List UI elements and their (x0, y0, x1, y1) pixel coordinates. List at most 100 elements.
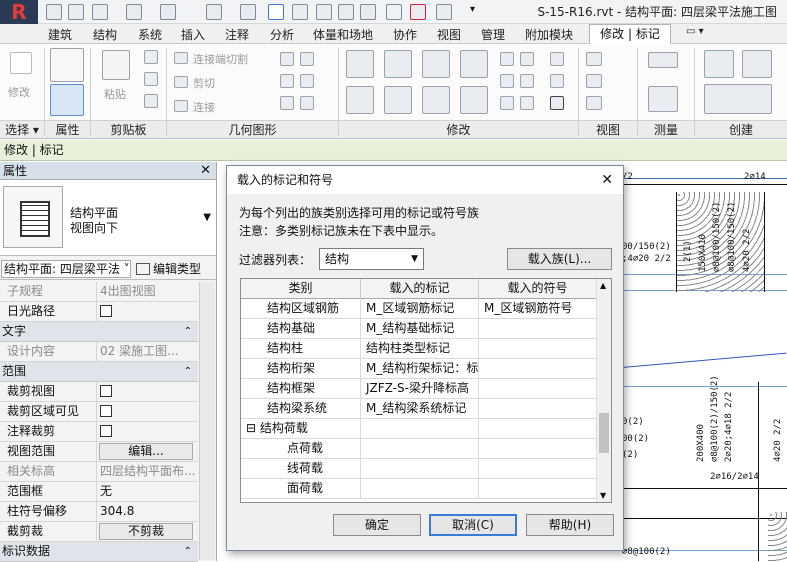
modify-label[interactable]: 修改 (8, 84, 30, 100)
table-scrollbar[interactable]: ▲ ▼ (596, 279, 611, 502)
move-icon[interactable] (346, 86, 374, 114)
cut-geometry-icon[interactable] (174, 76, 188, 88)
pin-icon[interactable] (500, 96, 514, 110)
measure-between-icon[interactable] (648, 52, 678, 68)
column-header-loaded-tag[interactable]: 载入的标记 (361, 279, 479, 299)
split-element-icon[interactable] (500, 52, 514, 66)
tab-structure[interactable]: 结构 (93, 26, 117, 43)
tab-manage[interactable]: 管理 (481, 26, 505, 43)
table-row[interactable]: 结构基础 M_结构基础标记 (241, 319, 597, 339)
split-gap-icon[interactable] (520, 52, 534, 66)
table-row[interactable]: 点荷载 (241, 439, 597, 459)
remove-paint-icon[interactable] (300, 74, 314, 88)
text-icon[interactable] (292, 4, 308, 20)
collapse-icon[interactable]: ⌃ (184, 322, 192, 341)
scroll-down-icon[interactable]: ▼ (600, 491, 606, 500)
property-value[interactable]: 不剪裁 (96, 522, 198, 541)
tab-insert[interactable]: 插入 (181, 26, 205, 43)
tab-architecture[interactable]: 建筑 (48, 26, 72, 43)
table-row[interactable]: 结构柱 结构柱类型标记 (241, 339, 597, 359)
table-row[interactable]: ⊟ 结构荷载 (241, 419, 597, 439)
join-icon[interactable] (174, 100, 188, 112)
loaded-tag-cell[interactable]: 结构柱类型标记 (361, 339, 479, 358)
trim-single-icon[interactable] (550, 52, 564, 66)
aligned-dimension-icon[interactable] (648, 86, 678, 112)
offset-icon[interactable] (384, 50, 412, 78)
tab-analyze[interactable]: 分析 (270, 26, 294, 43)
app-logo-icon[interactable]: R (0, 0, 38, 24)
section-icon[interactable] (338, 4, 354, 20)
create-parts-icon[interactable] (704, 84, 772, 114)
delete-icon[interactable] (550, 96, 564, 110)
customize-quick-access-icon[interactable]: ▾ (470, 4, 475, 15)
property-value[interactable]: 无 (96, 482, 198, 501)
property-button[interactable]: 不剪裁 (99, 523, 193, 540)
collapse-icon[interactable]: ⌃ (184, 362, 192, 381)
scroll-thumb[interactable] (599, 413, 609, 453)
undo-icon[interactable] (126, 4, 142, 20)
properties-icon[interactable] (386, 4, 402, 20)
property-value[interactable] (96, 402, 198, 421)
properties-scrollbar[interactable] (199, 282, 215, 560)
loaded-symbol-cell[interactable] (479, 319, 597, 338)
loaded-tag-cell[interactable]: JZFZ-S-梁升降标高 (361, 379, 479, 398)
column-header-loaded-symbol[interactable]: 载入的符号 (479, 279, 597, 299)
wall-joins-icon[interactable] (280, 52, 294, 66)
table-row[interactable]: 结构梁系统 M_结构梁系统标记 (241, 399, 597, 419)
loaded-symbol-cell[interactable] (479, 359, 597, 378)
save-icon[interactable] (68, 4, 84, 20)
rotate-icon[interactable] (422, 86, 450, 114)
paste-label[interactable]: 粘贴 (104, 86, 126, 102)
help-button[interactable]: 帮助(H) (526, 514, 614, 536)
tab-massing-site[interactable]: 体量和场地 (313, 26, 373, 43)
load-family-button[interactable]: 载入族(L)... (507, 248, 612, 270)
dimension-icon[interactable] (240, 4, 256, 20)
property-checkbox[interactable] (100, 385, 112, 397)
property-value[interactable] (96, 382, 198, 401)
filter-select[interactable]: 结构 ▼ (319, 248, 424, 270)
3d-view-icon[interactable] (316, 4, 332, 20)
tag-icon[interactable] (268, 4, 284, 20)
ribbon-toggle-icon[interactable]: ▭ ▾ (686, 26, 704, 37)
tab-addins[interactable]: 附加模块 (525, 26, 573, 43)
loaded-symbol-cell[interactable] (479, 419, 597, 438)
tab-view[interactable]: 视图 (437, 26, 461, 43)
property-value[interactable] (96, 422, 198, 441)
loaded-symbol-cell[interactable] (479, 399, 597, 418)
type-selector[interactable]: 结构平面 视图向下 ▼ (0, 180, 216, 256)
thin-lines-icon[interactable] (360, 4, 376, 20)
properties-toggle-icon[interactable] (50, 84, 84, 116)
property-value[interactable]: 编辑... (96, 442, 198, 461)
measure-icon[interactable] (206, 4, 222, 20)
table-row[interactable]: 面荷载 (241, 479, 597, 499)
edit-type-button[interactable]: 编辑类型 (136, 260, 201, 277)
sync-icon[interactable] (92, 4, 108, 20)
properties-section[interactable]: 范围 ⌃ (0, 362, 198, 382)
cancel-button[interactable]: 取消(C) (429, 514, 517, 536)
hide-in-view-icon[interactable] (586, 52, 602, 66)
loaded-symbol-cell[interactable]: M_区域钢筋符号 (479, 299, 597, 318)
table-row[interactable]: 线荷载 (241, 459, 597, 479)
property-checkbox[interactable] (100, 405, 112, 417)
property-value[interactable]: 304.8 (96, 502, 198, 521)
join-label[interactable]: 连接 (193, 99, 215, 115)
property-value[interactable] (96, 302, 198, 321)
properties-section[interactable]: 文字 ⌃ (0, 322, 198, 342)
tab-collaborate[interactable]: 协作 (393, 26, 417, 43)
match-properties-icon[interactable] (144, 94, 158, 108)
trim-extend-icon[interactable] (460, 86, 488, 114)
paint-icon[interactable] (280, 74, 294, 88)
array-icon[interactable] (500, 74, 514, 88)
group-label-select[interactable]: 选择 ▾ (0, 120, 44, 138)
loaded-tag-cell[interactable]: M_结构梁系统标记 (361, 399, 479, 418)
cut-icon[interactable] (144, 50, 158, 64)
loaded-tag-cell[interactable] (361, 459, 479, 478)
close-windows-icon[interactable] (410, 4, 426, 20)
cope-label[interactable]: 连接端切割 (193, 51, 248, 67)
unpin-icon[interactable] (520, 96, 534, 110)
modify-cursor-icon[interactable] (10, 52, 32, 74)
collapse-icon[interactable]: ⌃ (184, 542, 192, 561)
collapse-icon[interactable]: ⊟ (246, 421, 260, 435)
loaded-tag-cell[interactable] (361, 419, 479, 438)
linework-icon[interactable] (586, 96, 602, 110)
